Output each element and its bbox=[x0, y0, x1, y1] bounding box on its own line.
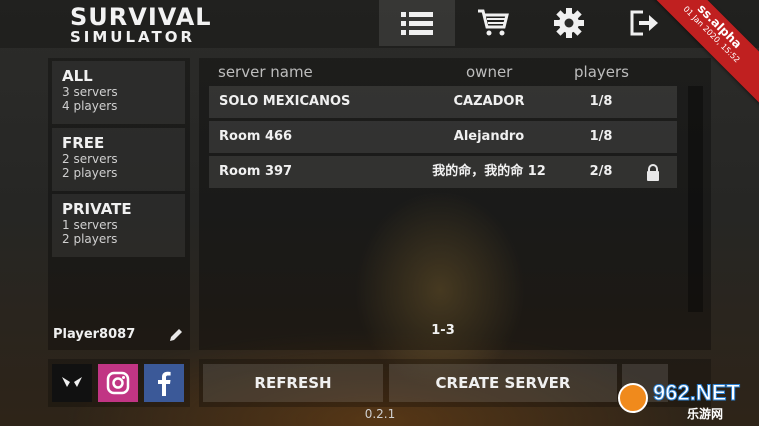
watermark-logo: 962.NET 乐游网 bbox=[618, 380, 741, 421]
lock-icon bbox=[647, 164, 659, 181]
header-owner: owner bbox=[466, 63, 513, 81]
server-name: SOLO MEXICANOS bbox=[219, 94, 351, 109]
game-logo: SURVIVAL SIMULATOR bbox=[70, 5, 212, 45]
filter-all-players: 4 players bbox=[62, 99, 118, 113]
pencil-icon bbox=[170, 329, 182, 341]
server-name: Room 397 bbox=[219, 164, 293, 179]
instagram-icon bbox=[106, 371, 130, 395]
server-owner: Alejandro bbox=[453, 129, 525, 144]
server-list-scrollbar[interactable] bbox=[688, 86, 703, 312]
server-owner: 我的命，我的命 12 bbox=[432, 164, 546, 179]
pagination: 1-3 bbox=[431, 323, 455, 338]
server-row[interactable]: Room 466 Alejandro 1/8 bbox=[209, 121, 677, 153]
player-name: Player8087 bbox=[53, 327, 136, 342]
server-row[interactable]: SOLO MEXICANOS CAZADOR 1/8 bbox=[209, 86, 677, 118]
list-icon bbox=[401, 12, 433, 35]
version-label: 0.2.1 bbox=[364, 407, 396, 421]
svg-text:乐游网: 乐游网 bbox=[687, 406, 723, 421]
server-players: 1/8 bbox=[589, 94, 613, 109]
nav-settings-button[interactable] bbox=[531, 0, 607, 46]
cart-icon bbox=[478, 9, 509, 36]
filter-all-servers: 3 servers bbox=[62, 85, 118, 99]
filter-private-label: PRIVATE bbox=[62, 200, 132, 218]
nav-server-list-button[interactable] bbox=[379, 0, 455, 46]
filter-private-servers: 1 servers bbox=[62, 218, 118, 232]
alien-link[interactable] bbox=[52, 364, 92, 402]
logo-title-line2: SIMULATOR bbox=[70, 28, 196, 46]
header-players: players bbox=[574, 63, 629, 81]
instagram-link[interactable] bbox=[98, 364, 138, 402]
server-name: Room 466 bbox=[219, 129, 293, 144]
filter-free-servers: 2 servers bbox=[62, 152, 118, 166]
header-server-name: server name bbox=[218, 63, 313, 81]
nav-shop-button[interactable] bbox=[455, 0, 531, 46]
edit-name-button[interactable] bbox=[168, 327, 184, 347]
filter-free-label: FREE bbox=[62, 134, 105, 152]
server-row[interactable]: Room 397 我的命，我的命 12 2/8 bbox=[209, 156, 677, 188]
server-players: 2/8 bbox=[589, 164, 613, 179]
filter-free[interactable]: FREE 2 servers 2 players bbox=[52, 128, 185, 191]
filter-free-players: 2 players bbox=[62, 166, 118, 180]
facebook-link[interactable] bbox=[144, 364, 184, 402]
logo-title-line1: SURVIVAL bbox=[70, 3, 212, 31]
alien-icon bbox=[62, 377, 82, 387]
refresh-button[interactable]: REFRESH bbox=[203, 364, 383, 402]
filter-all[interactable]: ALL 3 servers 4 players bbox=[52, 61, 185, 124]
create-server-button[interactable]: CREATE SERVER bbox=[389, 364, 617, 402]
gear-icon bbox=[554, 8, 584, 38]
svg-text:962.NET: 962.NET bbox=[653, 380, 740, 405]
server-owner: CAZADOR bbox=[453, 94, 525, 109]
filter-private[interactable]: PRIVATE 1 servers 2 players bbox=[52, 194, 185, 257]
site-watermark: 962.NET 乐游网 bbox=[617, 376, 753, 422]
filter-private-players: 2 players bbox=[62, 232, 118, 246]
facebook-icon bbox=[158, 371, 171, 396]
server-players: 1/8 bbox=[589, 129, 613, 144]
exit-icon bbox=[630, 10, 658, 36]
filter-all-label: ALL bbox=[62, 67, 93, 85]
